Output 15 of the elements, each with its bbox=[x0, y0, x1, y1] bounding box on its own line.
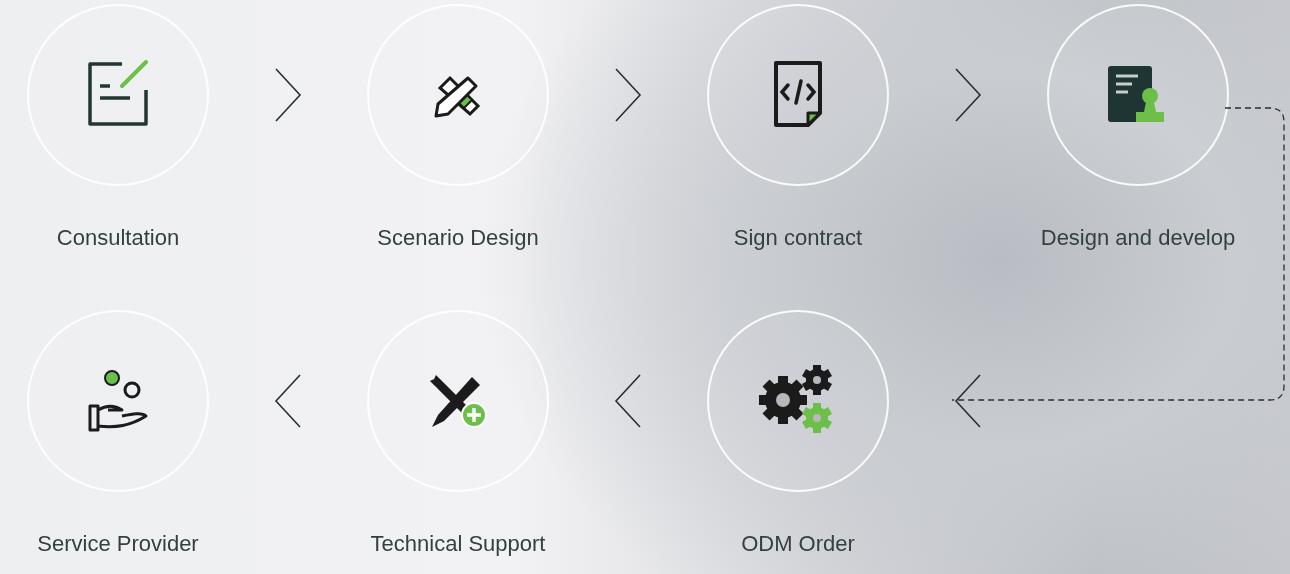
step-label: Service Provider bbox=[37, 530, 199, 558]
chevron-icon bbox=[274, 373, 302, 429]
hand-coins-icon bbox=[86, 370, 150, 432]
chevron-icon bbox=[614, 373, 642, 429]
step-label: Sign contract bbox=[733, 224, 863, 252]
step-label: ODM Order bbox=[741, 530, 855, 558]
chevron-icon bbox=[614, 67, 642, 123]
chevron-icon bbox=[954, 67, 982, 123]
step-label: Technical Support bbox=[370, 530, 546, 558]
step-label: Consultation bbox=[56, 224, 180, 252]
step-label: Scenario Design bbox=[377, 224, 539, 252]
chevron-icon bbox=[274, 67, 302, 123]
chevron-icon bbox=[954, 373, 982, 429]
tools-plus-icon bbox=[428, 373, 488, 429]
step-label: Design and develop bbox=[1040, 224, 1236, 252]
